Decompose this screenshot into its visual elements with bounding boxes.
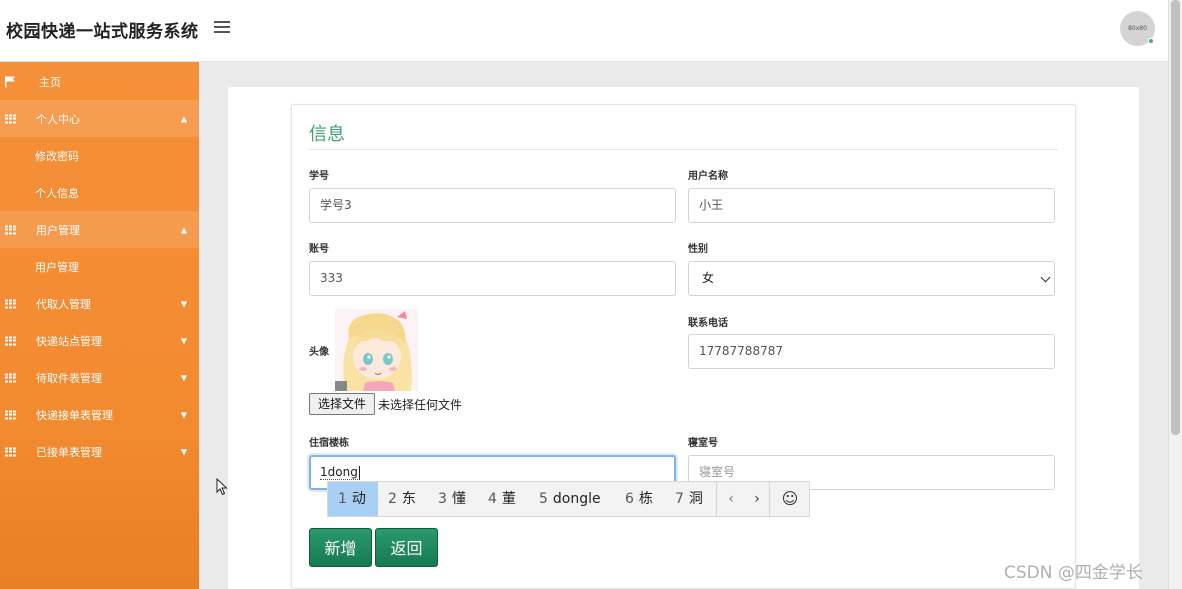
caret-down-icon: ▼ [180,299,187,308]
account-input[interactable]: 333 [309,261,676,296]
form-title: 信息 [309,124,345,145]
phone-input[interactable]: 17787788787 [688,334,1055,369]
text-caret [358,465,360,480]
sidebar-subitem-user-management[interactable]: 用户管理 [0,248,199,285]
gender-select[interactable]: 女 [688,261,1055,296]
username-input[interactable]: 小王 [688,188,1055,223]
sidebar-item-station-management[interactable]: 快递站点管理 ▼ [0,322,199,359]
grid-icon [5,336,16,345]
gender-label: 性别 [688,244,708,255]
ime-candidate-bar: 1动 2东 3懂 4董 5 dongle 6栋 7洞 ‹ › ☺ [327,481,810,517]
caret-down-icon: ▼ [180,410,187,419]
sidebar-item-label: 修改密码 [35,149,79,163]
mouse-pointer-icon [216,478,228,496]
sidebar-item-label: 快递站点管理 [36,334,102,348]
sidebar-item-home[interactable]: 主页 [0,63,199,100]
sidebar-item-label: 用户管理 [35,260,79,274]
app-title: 校园快递一站式服务系统 [6,22,199,42]
add-button[interactable]: 新增 [309,528,372,567]
sidebar-item-personal-center[interactable]: 个人中心 ▲ [0,100,199,137]
sidebar-item-label: 主页 [39,75,61,89]
chevron-down-icon [1040,272,1051,283]
ime-candidate[interactable]: 3懂 [438,482,466,516]
sidebar-item-label: 用户管理 [36,223,80,237]
grid-icon [5,299,16,308]
choose-file-button[interactable]: 选择文件 [309,393,375,415]
sidebar-item-order-management[interactable]: 快递接单表管理 ▼ [0,396,199,433]
caret-up-icon: ▲ [180,225,187,234]
avatar-label: 头像 [309,347,329,358]
grid-icon [5,447,16,456]
menu-toggle-icon[interactable] [214,21,230,35]
sidebar-item-label: 快递接单表管理 [36,408,113,422]
caret-down-icon: ▼ [180,336,187,345]
user-avatar[interactable]: 80x80 [1120,11,1155,46]
sidebar-item-label: 个人信息 [35,186,79,200]
caret-down-icon: ▼ [180,447,187,456]
phone-label: 联系电话 [688,318,728,329]
building-label: 住宿楼栋 [309,438,349,449]
ime-candidate[interactable]: 4董 [488,482,516,516]
student-id-input[interactable]: 学号3 [309,188,676,223]
title-divider [309,149,1058,150]
flag-icon [5,76,15,87]
ime-next-page-icon[interactable]: › [745,482,769,516]
ime-composition-text: 1dong [320,465,358,480]
ime-candidate[interactable]: 5 dongle [539,482,601,516]
ime-candidate[interactable]: 2东 [388,482,416,516]
ime-candidate[interactable]: 1动 [328,482,378,516]
sidebar-item-label: 个人中心 [36,112,80,126]
watermark-text: CSDN @四金学长 [1004,563,1143,583]
ime-candidate[interactable]: 7洞 [675,482,703,516]
grid-icon [5,114,16,123]
sidebar-item-courier-management[interactable]: 代取人管理 ▼ [0,285,199,322]
emoji-icon[interactable]: ☺ [770,482,810,516]
online-status-dot [1148,38,1154,44]
sidebar-item-pending-pickup[interactable]: 待取件表管理 ▼ [0,359,199,396]
grid-icon [5,225,16,234]
room-label: 寝室号 [688,438,718,449]
back-button[interactable]: 返回 [375,528,438,567]
file-status-text: 未选择任何文件 [378,398,463,412]
caret-up-icon: ▲ [180,114,187,123]
sidebar-item-label: 已接单表管理 [36,445,102,459]
sidebar-item-user-management[interactable]: 用户管理 ▲ [0,211,199,248]
sidebar-item-label: 代取人管理 [36,297,91,311]
sidebar: 主页 个人中心 ▲ 修改密码 个人信息 用户管理 ▲ 用户管理 代取人管理 ▼ … [0,62,199,589]
student-id-label: 学号 [309,171,329,182]
sidebar-item-label: 待取件表管理 [36,371,102,385]
caret-down-icon: ▼ [180,373,187,382]
username-label: 用户名称 [688,171,728,182]
sidebar-subitem-change-password[interactable]: 修改密码 [0,137,199,174]
ime-candidate[interactable]: 6栋 [625,482,653,516]
account-label: 账号 [309,244,329,255]
ime-prev-page-icon[interactable]: ‹ [717,482,745,516]
gender-selected-value: 女 [702,271,715,285]
avatar-image [335,309,418,391]
vertical-scrollbar[interactable] [1168,0,1182,589]
scrollbar-thumb[interactable] [1171,0,1180,435]
grid-icon [5,373,16,382]
sidebar-subitem-personal-info[interactable]: 个人信息 [0,174,199,211]
sidebar-item-accepted-orders[interactable]: 已接单表管理 ▼ [0,433,199,470]
avatar-placeholder-text: 80x80 [1128,25,1147,32]
grid-icon [5,410,16,419]
top-header: 校园快递一站式服务系统 80x80 [0,0,1168,62]
